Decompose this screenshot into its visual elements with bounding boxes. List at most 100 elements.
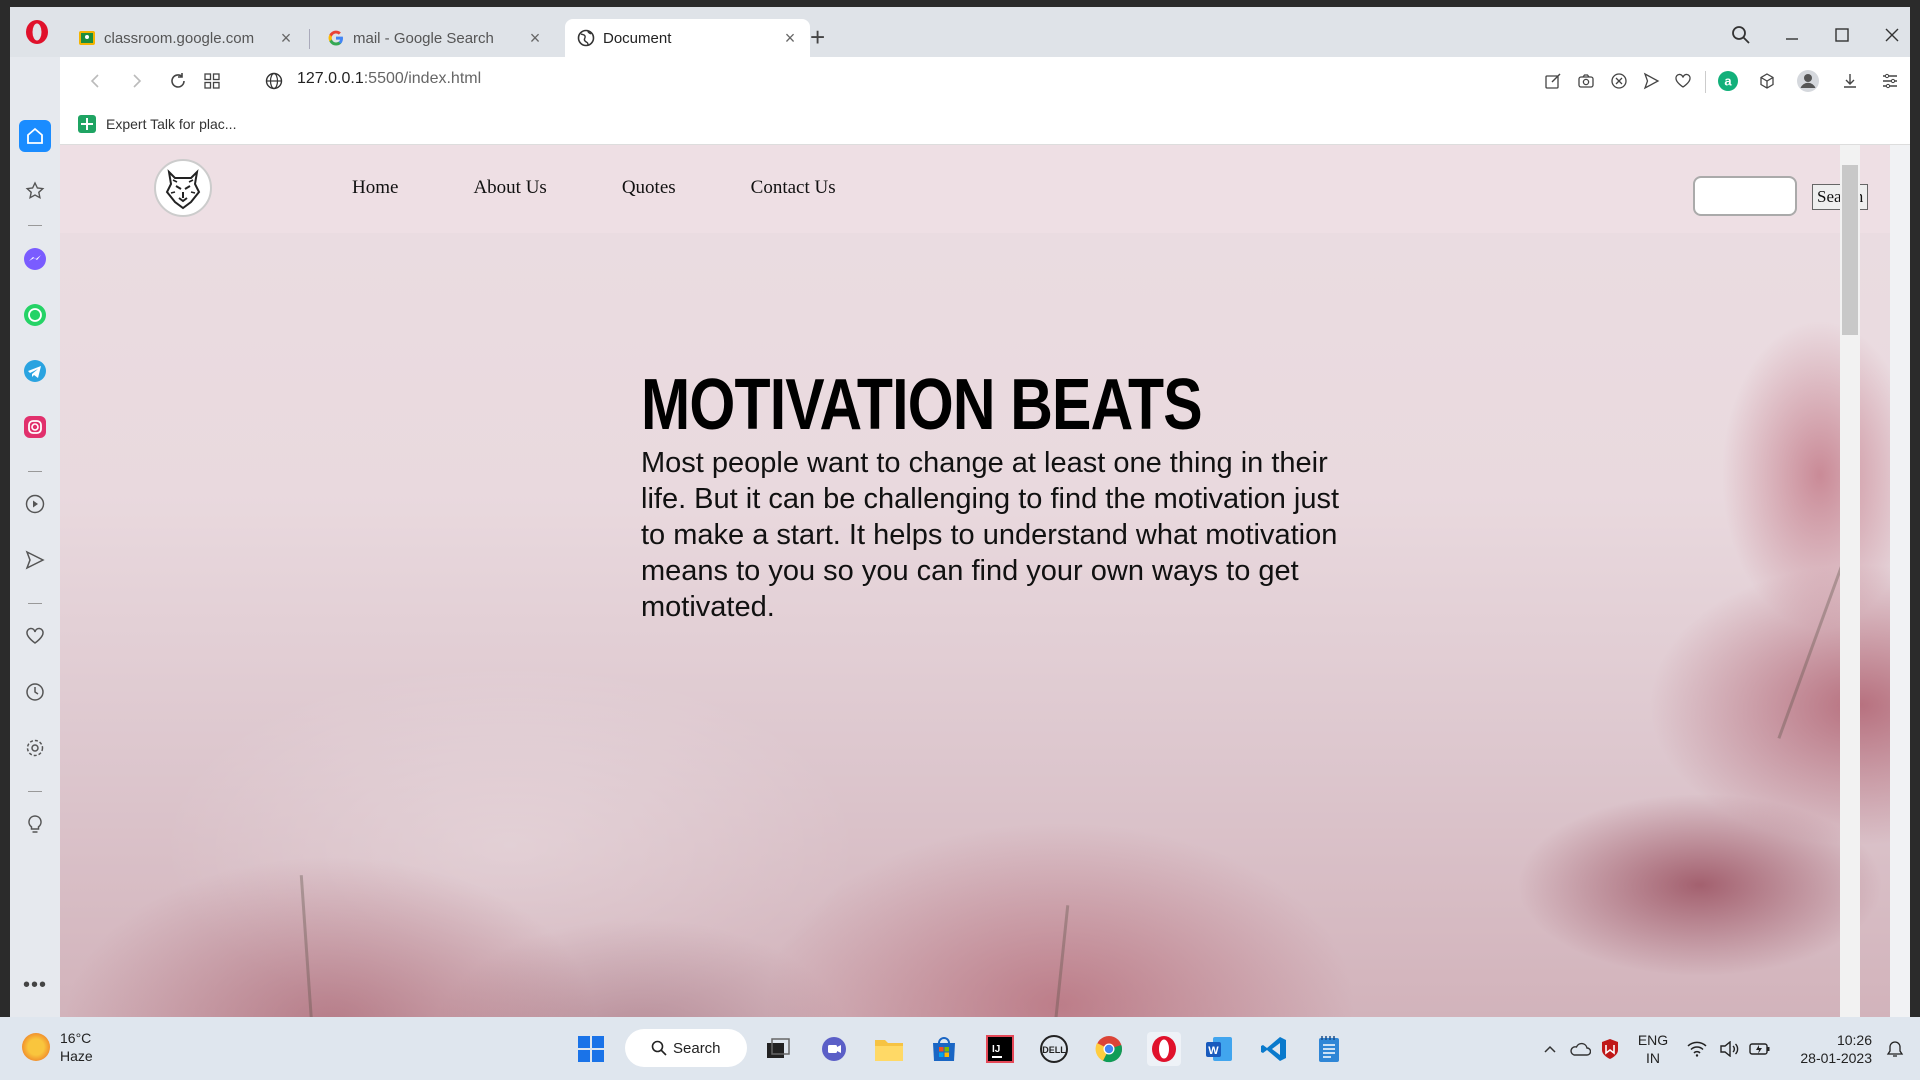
profile-avatar-icon[interactable] (1794, 67, 1822, 95)
bookmarks-bar: Expert Talk for plac... (60, 105, 1910, 145)
tab-google-search[interactable]: mail - Google Search × (315, 19, 555, 57)
tab-grid-icon[interactable] (198, 67, 226, 95)
edit-share-icon[interactable] (1539, 67, 1567, 95)
weather-widget[interactable]: 16°C Haze (22, 1029, 93, 1065)
player-icon[interactable] (19, 488, 51, 520)
more-options-icon[interactable]: ••• (19, 969, 51, 1001)
clock-time: 10:26 (1836, 1032, 1872, 1048)
tab-document[interactable]: Document × (565, 19, 810, 57)
flower-stem (299, 875, 314, 1017)
heart-icon[interactable] (19, 620, 51, 652)
messenger-icon[interactable] (19, 243, 51, 275)
page-scrollbar[interactable] (1840, 145, 1860, 1017)
nav-contact-us[interactable]: Contact Us (751, 177, 836, 199)
reload-icon[interactable] (164, 67, 192, 95)
google-sheets-icon (78, 115, 96, 133)
close-icon[interactable]: × (527, 29, 543, 47)
temperature: 16°C (60, 1030, 92, 1046)
tab-title: mail - Google Search (353, 29, 494, 47)
svg-text:IJ: IJ (992, 1044, 1000, 1055)
back-arrow-icon[interactable] (82, 67, 110, 95)
windows-start-icon[interactable] (574, 1032, 608, 1066)
onedrive-cloud-icon[interactable] (1563, 1032, 1597, 1066)
mcafee-shield-icon[interactable] (1593, 1032, 1627, 1066)
nav-about-us[interactable]: About Us (473, 177, 546, 199)
snapshot-camera-icon[interactable] (1572, 67, 1600, 95)
bookmarks-star-icon[interactable] (19, 175, 51, 207)
sidebar-divider (28, 791, 42, 792)
aria-extension-icon[interactable]: a (1714, 67, 1742, 95)
teams-chat-icon[interactable] (817, 1032, 851, 1066)
toolbar-divider (1705, 71, 1706, 93)
tab-search-icon[interactable] (1726, 21, 1756, 49)
hero-section: MOTIVATION BEATS Most people want to cha… (641, 365, 1341, 625)
tab-title: Document (603, 29, 672, 47)
browser-window: classroom.google.com × mail - Google Sea… (10, 7, 1910, 1017)
close-icon[interactable]: × (782, 29, 798, 47)
home-icon[interactable] (19, 120, 51, 152)
notifications-bell-icon[interactable] (1878, 1032, 1912, 1066)
task-view-icon[interactable] (761, 1032, 795, 1066)
search-input[interactable] (1693, 176, 1797, 216)
globe-icon (577, 29, 595, 47)
battery-charging-icon[interactable] (1743, 1032, 1777, 1066)
system-clock[interactable]: 10:26 28-01-2023 (1782, 1031, 1872, 1067)
address-bar[interactable]: 127.0.0.1:5500/index.html (297, 70, 481, 88)
opera-taskbar-icon[interactable] (1147, 1032, 1181, 1066)
nav-home[interactable]: Home (352, 177, 398, 199)
chrome-icon[interactable] (1092, 1032, 1126, 1066)
vscode-icon[interactable] (1257, 1032, 1291, 1066)
google-icon (328, 30, 343, 46)
whatsapp-icon[interactable] (19, 299, 51, 331)
url-path: :5500/index.html (363, 70, 482, 87)
new-tab-button[interactable]: + (810, 24, 825, 50)
tab-classroom[interactable]: classroom.google.com × (66, 19, 306, 57)
minimize-button[interactable] (1777, 21, 1807, 49)
site-info-globe-icon[interactable] (260, 67, 288, 95)
close-icon[interactable]: × (278, 29, 294, 47)
language-indicator[interactable]: ENG IN (1633, 1031, 1673, 1067)
extensions-cube-icon[interactable] (1753, 67, 1781, 95)
download-icon[interactable] (1836, 67, 1864, 95)
bookmark-item[interactable]: Expert Talk for plac... (78, 115, 236, 133)
wifi-icon[interactable] (1680, 1032, 1714, 1066)
intellij-icon[interactable]: IJ (983, 1032, 1017, 1066)
file-explorer-icon[interactable] (872, 1032, 906, 1066)
easy-setup-menu-icon[interactable] (1876, 67, 1904, 95)
history-clock-icon[interactable] (19, 676, 51, 708)
address-toolbar: 127.0.0.1:5500/index.html a (60, 57, 1910, 105)
taskbar-search-label: Search (673, 1039, 721, 1057)
page-viewport: Home About Us Quotes Contact Us Search M… (60, 145, 1890, 1017)
close-window-button[interactable] (1877, 21, 1907, 49)
my-flow-heart-icon[interactable] (1669, 67, 1697, 95)
scrollbar-thumb[interactable] (1842, 165, 1858, 335)
flow-send-icon[interactable] (19, 544, 51, 576)
site-logo[interactable] (154, 159, 212, 217)
flower-stem (1053, 905, 1070, 1017)
chevron-up-icon[interactable] (1533, 1032, 1567, 1066)
send-icon[interactable] (1637, 67, 1665, 95)
adblock-icon[interactable] (1605, 67, 1633, 95)
telegram-icon[interactable] (19, 355, 51, 387)
volume-icon[interactable] (1712, 1032, 1746, 1066)
sidebar-divider (28, 471, 42, 472)
haze-sun-icon (22, 1033, 50, 1061)
opera-sidebar: ••• (10, 57, 60, 1017)
tab-divider (309, 29, 310, 49)
lightbulb-icon[interactable] (19, 808, 51, 840)
instagram-icon[interactable] (19, 411, 51, 443)
svg-text:W: W (1208, 1045, 1219, 1057)
region-code: IN (1646, 1050, 1660, 1066)
taskbar-search[interactable]: Search (625, 1029, 747, 1067)
weather-condition: Haze (60, 1048, 93, 1064)
opera-menu-icon[interactable] (24, 19, 50, 45)
notepad-icon[interactable] (1312, 1032, 1346, 1066)
word-icon[interactable]: W (1202, 1032, 1236, 1066)
sidebar-divider (28, 225, 42, 226)
forward-arrow-icon[interactable] (122, 67, 150, 95)
dell-icon[interactable]: DELL (1037, 1032, 1071, 1066)
nav-quotes[interactable]: Quotes (622, 177, 676, 199)
microsoft-store-icon[interactable] (927, 1032, 961, 1066)
settings-gear-icon[interactable] (19, 732, 51, 764)
maximize-button[interactable] (1827, 21, 1857, 49)
